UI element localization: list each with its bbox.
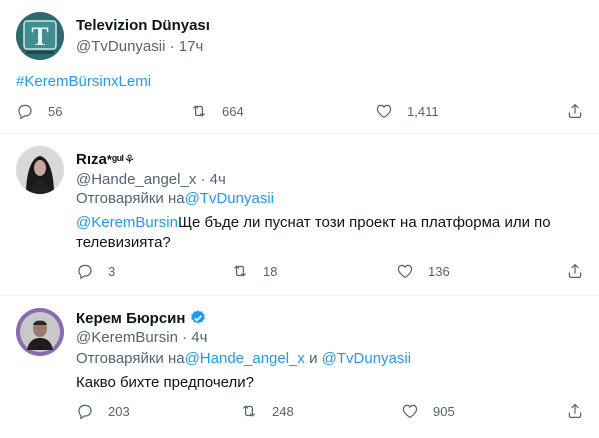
retweet-count: 248 <box>272 403 294 419</box>
tweet-riza[interactable]: Rıza *ᵍᵘˡ⚘ @Hande_angel_x · 4ч Отговаряй… <box>0 134 599 295</box>
replying-to-label: Отговаряйки на <box>76 190 185 207</box>
share-icon <box>568 263 582 278</box>
like-count: 1,411 <box>407 103 439 119</box>
profile-photo-icon <box>16 308 64 356</box>
reply-to-link[interactable]: @Hande_angel_x <box>185 350 305 367</box>
reply-icon <box>78 264 92 280</box>
separator: · <box>165 38 179 55</box>
reply-and-label: и <box>304 350 322 367</box>
tweet-text-line: Какво бихте предпочели? <box>76 374 254 391</box>
share-button[interactable] <box>566 262 584 280</box>
tweet-text-line: Ще бъде ли пуснат този проект на платфор… <box>177 214 551 231</box>
mention-link[interactable]: @KeremBursin <box>76 214 178 231</box>
replying-to-label: Отговаряйки на <box>76 350 185 367</box>
hashtag-link[interactable]: #KeremBürsinxLemi <box>16 73 151 90</box>
like-button[interactable]: 136 <box>396 262 450 280</box>
timestamp[interactable]: 17ч <box>179 38 204 55</box>
like-button[interactable]: 1,411 <box>375 102 439 120</box>
handle[interactable]: @Hande_angel_x <box>76 171 196 188</box>
display-name[interactable]: Televizion Dünyası <box>76 17 210 34</box>
share-icon <box>568 103 582 118</box>
name-suffix: *ᵍᵘˡ⚘ <box>106 151 136 167</box>
avatar-televizion[interactable]: T <box>16 12 64 60</box>
tv-logo-icon: T <box>16 12 64 60</box>
retweet-icon <box>233 265 247 277</box>
like-count: 905 <box>433 403 455 419</box>
avatar-kerem[interactable] <box>16 308 64 356</box>
share-icon <box>568 403 582 418</box>
like-count: 136 <box>428 263 450 279</box>
retweet-icon <box>242 405 256 417</box>
reply-button[interactable]: 56 <box>16 102 62 120</box>
heart-icon <box>376 104 392 119</box>
reply-button[interactable]: 3 <box>76 262 115 280</box>
retweet-button[interactable]: 18 <box>231 262 277 280</box>
share-button[interactable] <box>566 402 584 420</box>
reply-button[interactable]: 203 <box>76 402 130 420</box>
heart-icon <box>397 264 413 279</box>
separator: · <box>196 171 210 188</box>
timestamp[interactable]: 4ч <box>210 171 226 188</box>
verified-badge-icon <box>191 310 206 324</box>
avatar-riza[interactable] <box>16 146 64 194</box>
reply-to-link[interactable]: @TvDunyasii <box>322 350 411 367</box>
handle[interactable]: @KeremBursin <box>76 329 178 346</box>
retweet-button[interactable]: 664 <box>190 102 244 120</box>
reply-count: 56 <box>48 103 63 119</box>
separator: · <box>177 329 192 346</box>
tweet-televizion[interactable]: T Televizion Dünyası @TvDunyasii · 17ч #… <box>0 0 599 133</box>
share-button[interactable] <box>566 102 584 120</box>
timestamp[interactable]: 4ч <box>191 329 207 346</box>
profile-photo-icon <box>16 146 64 194</box>
display-name[interactable]: Rıza <box>76 151 107 168</box>
svg-text:T: T <box>31 22 48 51</box>
reply-count: 203 <box>108 403 130 419</box>
tweet-kerem[interactable]: Керем Бюрсин @KeremBursin · 4ч Отговаряй… <box>0 296 599 438</box>
like-button[interactable]: 905 <box>401 402 455 420</box>
reply-icon <box>18 104 32 120</box>
retweet-icon <box>192 105 206 117</box>
heart-icon <box>402 404 418 419</box>
tweet-text-line: телевизията? <box>76 234 171 251</box>
display-name[interactable]: Керем Бюрсин <box>76 310 185 327</box>
retweet-button[interactable]: 248 <box>240 402 294 420</box>
handle[interactable]: @TvDunyasii <box>76 38 165 55</box>
retweet-count: 18 <box>263 263 278 279</box>
reply-icon <box>78 404 92 420</box>
retweet-count: 664 <box>222 103 244 119</box>
reply-to-link[interactable]: @TvDunyasii <box>185 190 274 207</box>
reply-count: 3 <box>108 263 116 279</box>
